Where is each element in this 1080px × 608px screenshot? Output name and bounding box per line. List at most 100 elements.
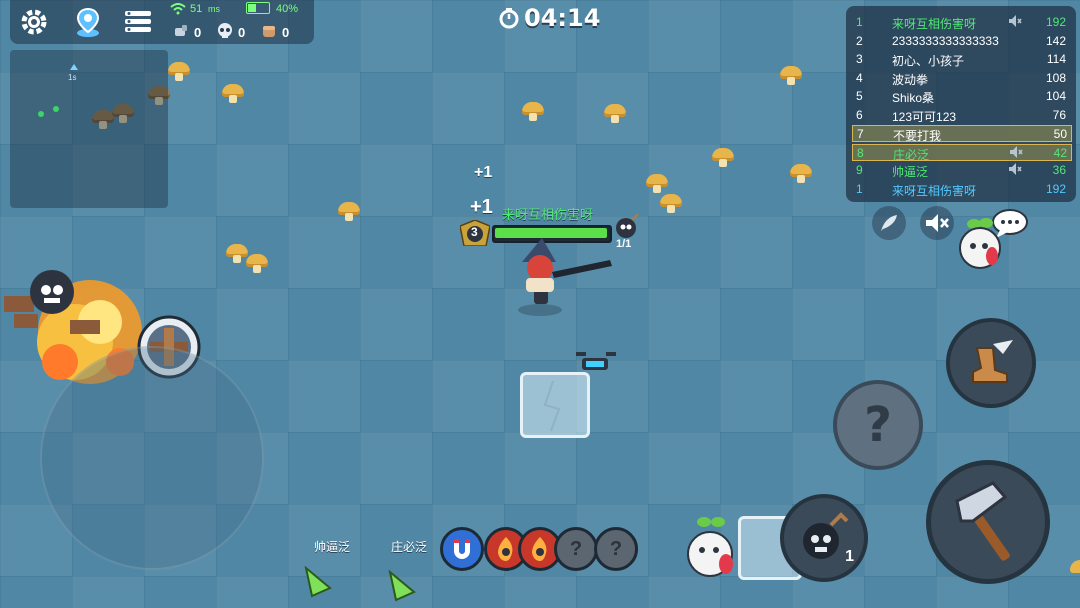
bomb-icon	[803, 512, 849, 559]
ability-label: ?	[609, 537, 623, 560]
leaderboard-row: 1 来呀互相伤害呀 192	[852, 181, 1070, 198]
drone-pickup	[572, 348, 622, 374]
leaderboard-player-name: 2333333333333333	[892, 33, 999, 48]
ability-label: ?	[569, 537, 583, 560]
muted-speaker-icon[interactable]	[1009, 145, 1023, 162]
mushroom-coin	[522, 102, 544, 122]
mushroom-coin	[226, 244, 248, 264]
wifi-icon	[170, 3, 186, 18]
leaderboard-score: 50	[1053, 127, 1067, 141]
emoji-radish-icon[interactable]	[956, 218, 1006, 272]
timer-text: 04:14	[524, 4, 601, 32]
battery-percent: 40%	[276, 3, 299, 15]
muted-speaker-icon[interactable]	[1008, 162, 1022, 179]
dash-boot-button[interactable]	[946, 318, 1036, 408]
leaderboard-row: 2 2333333333333333 142	[852, 33, 1070, 50]
unknown-ability-icon: ?	[554, 527, 598, 571]
leaderboard-player-name: 不要打我	[893, 129, 942, 143]
health-bar-fill	[495, 228, 607, 238]
player-name: 来呀互相伤害呀	[502, 207, 594, 222]
mushroom-coin	[222, 84, 244, 104]
leaderboard-row: 5 Shiko桑 104	[852, 88, 1070, 105]
leaderboard-rank: 6	[856, 107, 863, 122]
leaderboard-score: 42	[1053, 145, 1067, 160]
sound-mute-icon[interactable]	[920, 206, 954, 240]
minimap[interactable]: 1s	[10, 50, 168, 208]
location-pin-icon[interactable]	[70, 4, 106, 40]
leaderboard-score: 192	[1045, 181, 1066, 196]
leaderboard-player-name: 庄必泛	[893, 147, 930, 162]
leaderboard-score: 114	[1046, 52, 1066, 66]
mushroom-coin	[780, 66, 802, 86]
leaderboard-rank: 5	[856, 89, 863, 103]
leaderboard-row: 6 123可可123 76	[852, 107, 1070, 124]
ping-unit: ms	[208, 4, 220, 14]
leaderboard-rank: 8	[857, 145, 864, 160]
bomb-count: 1	[845, 548, 854, 565]
leaderboard-score: 142	[1045, 33, 1066, 48]
leaderboard-row: 1 来呀互相伤害呀 192	[852, 14, 1070, 31]
leaderboard-rank: 4	[856, 70, 863, 85]
leaderboard-row: 4 波动拳 108	[852, 70, 1070, 87]
leaderboard-rank: 1	[856, 15, 863, 29]
leaderboard-rank: 3	[856, 52, 863, 66]
ping-value: 51	[190, 3, 203, 15]
float-score-text: +1	[474, 164, 493, 181]
enemy-tag: 1/1	[616, 238, 632, 250]
mystery-skill-label: ?	[864, 397, 892, 453]
stopwatch-icon	[499, 8, 519, 29]
movement-joystick[interactable]	[40, 346, 264, 570]
menu-list-icon[interactable]	[120, 4, 156, 40]
leaderboard-player-name: 帅逼泛	[892, 165, 929, 179]
muted-speaker-icon[interactable]	[1008, 14, 1022, 31]
minimap-markers: 1s	[38, 64, 78, 117]
feather-icon[interactable]	[872, 206, 906, 240]
teammate-arrow-icon	[302, 565, 332, 603]
leaderboard-score: 76	[1052, 107, 1066, 122]
attack-hammer-button[interactable]	[926, 460, 1050, 584]
leaderboard-player-name: Shiko桑	[892, 91, 935, 105]
leaderboard-row: 8 庄必泛 42	[852, 143, 1072, 162]
mushroom-coin	[604, 104, 626, 124]
top-hud-panel: 51 ms 40% 0 0 0	[10, 0, 314, 44]
emoji-radish-sticker	[686, 516, 738, 580]
unknown-ability-icon: ?	[594, 527, 638, 571]
leaderboard-player-name: 123可可123	[892, 109, 957, 124]
leaderboard-score: 192	[1045, 15, 1066, 29]
skull-icon	[216, 22, 234, 45]
teammate-name: 帅逼泛	[314, 540, 351, 554]
mushroom-coin	[660, 194, 682, 214]
svg-text:1s: 1s	[68, 73, 76, 82]
assist-count: 0	[282, 25, 290, 40]
leaderboard-player-name: 初心、小孩子	[892, 54, 965, 68]
hammer-icon	[955, 481, 1010, 561]
leaderboard-row: 3 初心、小孩子 114	[852, 51, 1070, 68]
teammate-arrow-icon	[386, 569, 416, 607]
level-number: 3	[471, 225, 478, 239]
match-timer: 04:14	[498, 4, 600, 32]
leaderboard-player-name: 来呀互相伤害呀	[892, 17, 977, 31]
winged-boot-icon	[972, 340, 1013, 383]
mystery-skill-button[interactable]: ?	[833, 380, 923, 470]
leaderboard-rank: 9	[856, 163, 863, 177]
mushroom-coin	[168, 62, 190, 82]
settings-gear-icon[interactable]	[16, 4, 52, 40]
leaderboard-score: 108	[1045, 70, 1066, 85]
mushroom-coin	[338, 202, 360, 222]
battery-icon	[246, 2, 270, 14]
level-badge: 3	[459, 219, 491, 247]
leaderboard: 1 来呀互相伤害呀 192 2 2333333333333333 142 3 初心、小孩子 11…	[846, 6, 1076, 202]
ice-block	[520, 372, 590, 438]
mushroom-coin	[712, 148, 734, 168]
fist-icon	[260, 22, 278, 45]
leaderboard-score: 104	[1045, 89, 1066, 103]
leaderboard-row: 9 帅逼泛 36	[852, 162, 1070, 179]
magnet-icon	[440, 527, 484, 571]
teammate-name: 庄必泛	[391, 540, 428, 554]
leaderboard-score: 36	[1052, 163, 1066, 177]
leaderboard-player-name: 波动拳	[892, 72, 929, 87]
mushroom-coin	[1070, 560, 1080, 580]
bomb-button[interactable]: 1	[780, 494, 868, 582]
float-score-text: +1	[470, 196, 493, 218]
leaderboard-rank: 2	[856, 33, 863, 48]
